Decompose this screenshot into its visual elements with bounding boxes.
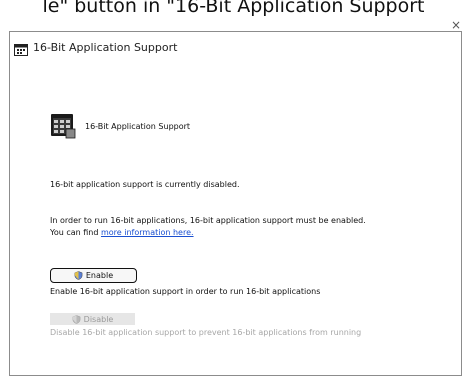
close-icon[interactable]: × [449, 18, 463, 32]
uac-shield-icon [74, 271, 83, 280]
window-titlebar: 16-Bit Application Support [10, 32, 461, 62]
instruction-caption: le" button in "16-Bit Application Suppor… [42, 0, 425, 17]
hero-header: 16-Bit Application Support [50, 113, 190, 139]
screenshot: le" button in "16-Bit Application Suppor… [0, 0, 467, 381]
window-title: 16-Bit Application Support [33, 40, 178, 54]
hero-title: 16-Bit Application Support [85, 121, 191, 131]
status-text: 16-bit application support is currently … [50, 180, 240, 189]
enable-button[interactable]: Enable [50, 268, 137, 283]
enable-description: Enable 16-bit application support in ord… [50, 287, 321, 296]
more-information-link[interactable]: more information here. [101, 228, 194, 237]
enable-button-label: Enable [85, 271, 114, 280]
info-line-1: In order to run 16-bit applications, 16-… [50, 216, 366, 225]
application-grid-icon [50, 113, 76, 139]
info-line-2-prefix: You can find [50, 228, 101, 237]
dialog-window: 16-Bit Application Support 16-Bit Applic… [9, 31, 462, 376]
disable-button-label: Disable [83, 314, 114, 324]
info-line-2: You can find more information here. [50, 228, 194, 237]
app-window-icon [14, 41, 28, 56]
uac-shield-icon [72, 314, 81, 324]
disable-description: Disable 16-bit application support to pr… [50, 328, 362, 337]
disable-button[interactable]: Disable [50, 313, 135, 325]
